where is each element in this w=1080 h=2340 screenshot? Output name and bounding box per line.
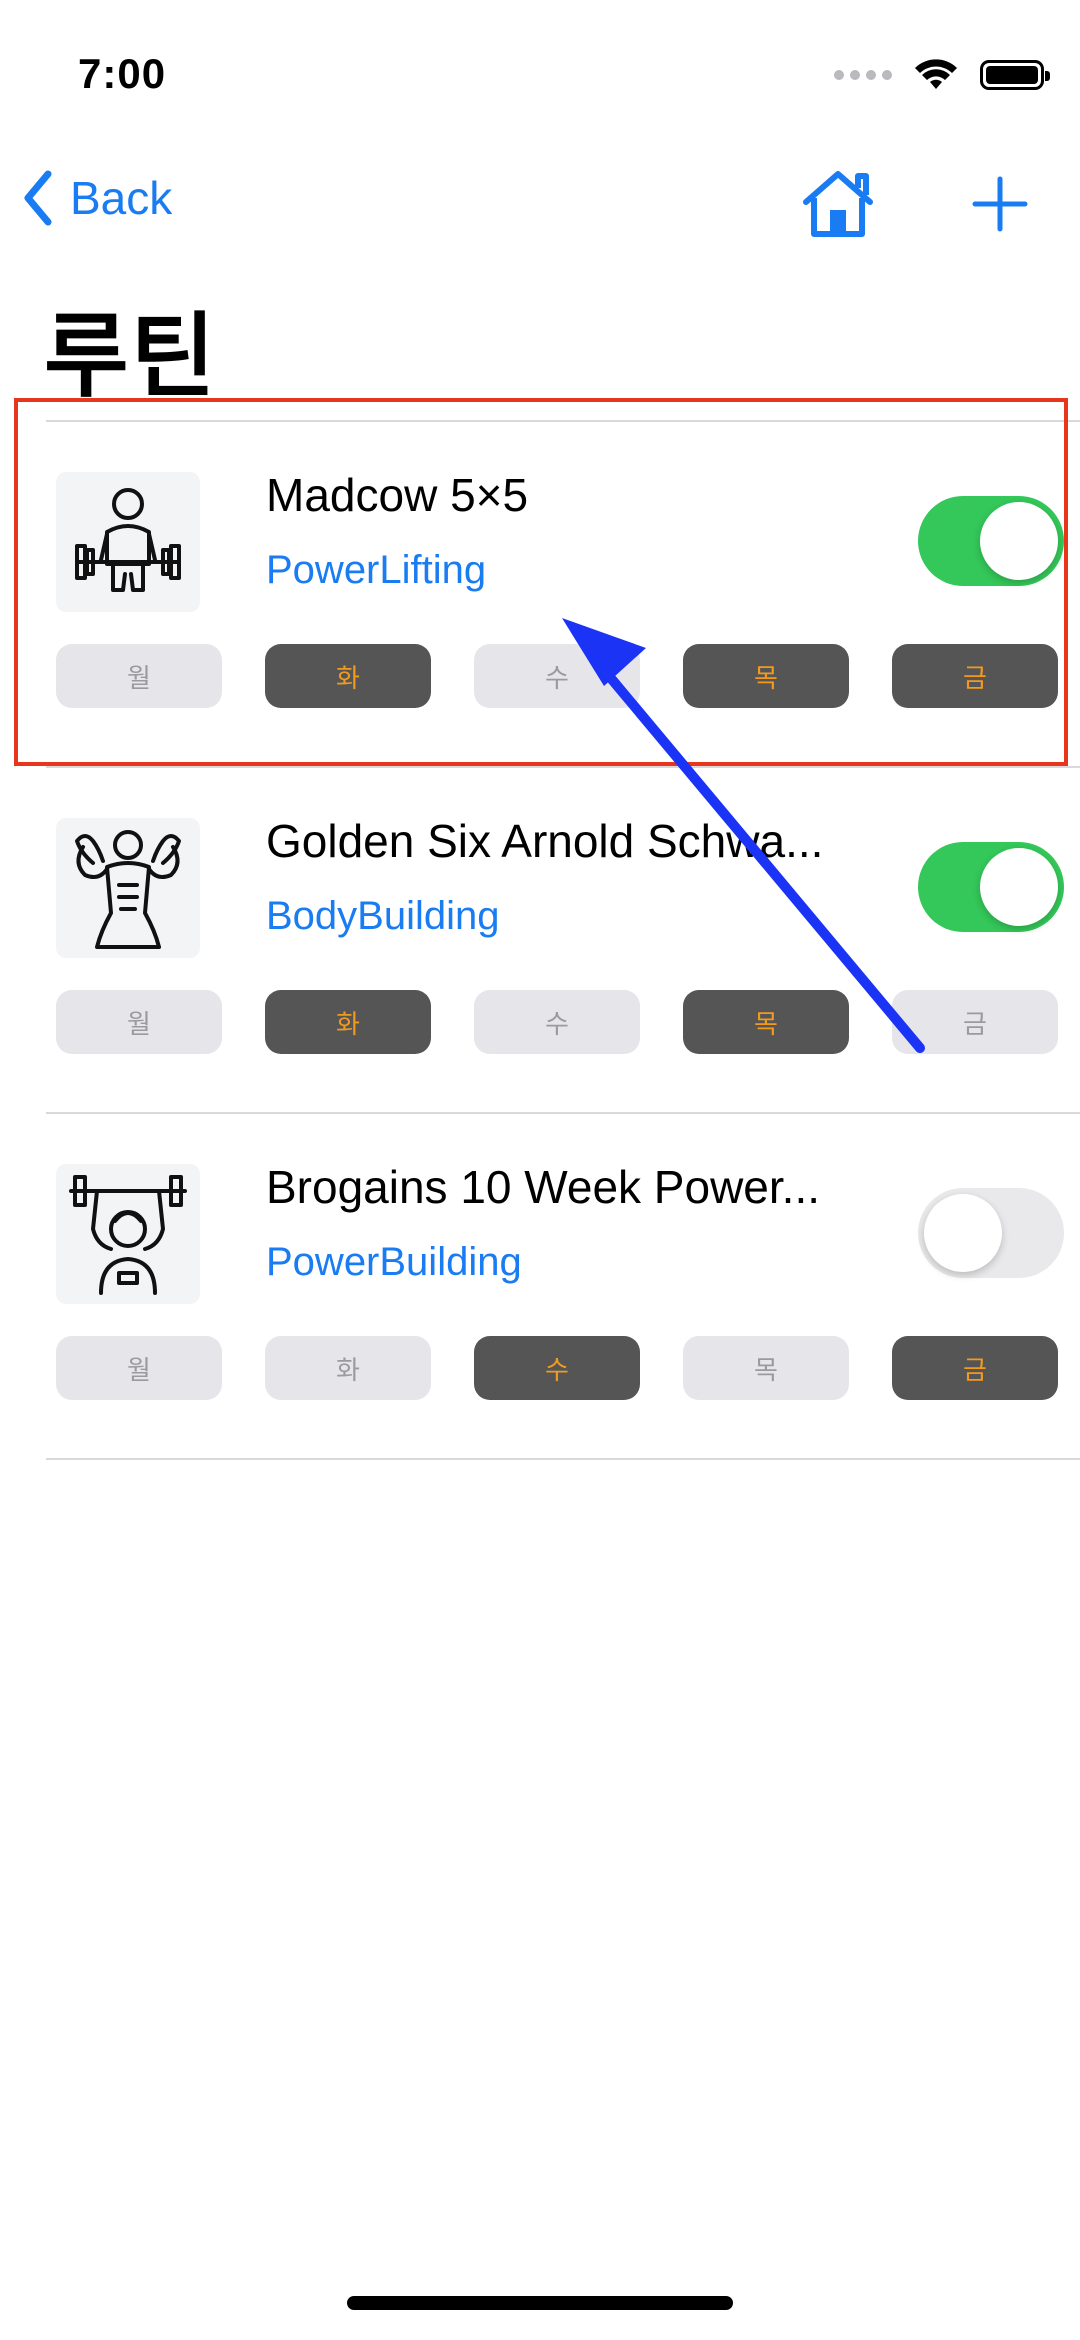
day-thu[interactable]: 목 bbox=[683, 1336, 849, 1400]
back-button[interactable]: Back bbox=[22, 170, 172, 226]
status-icons bbox=[834, 58, 1050, 92]
day-mon[interactable]: 월 bbox=[56, 990, 222, 1054]
status-time: 7:00 bbox=[78, 50, 167, 97]
day-mon[interactable]: 월 bbox=[56, 1336, 222, 1400]
row-divider bbox=[46, 766, 1080, 768]
cellular-signal-icon bbox=[834, 70, 892, 80]
plus-icon bbox=[972, 176, 1028, 232]
battery-icon bbox=[980, 60, 1050, 90]
routine-category: BodyBuilding bbox=[266, 894, 500, 938]
day-wed[interactable]: 수 bbox=[474, 1336, 640, 1400]
chevron-left-icon bbox=[24, 170, 52, 226]
list-bottom-divider bbox=[46, 1458, 1080, 1460]
routine-name: Brogains 10 Week Power... bbox=[266, 1161, 820, 1213]
day-wed[interactable]: 수 bbox=[474, 990, 640, 1054]
weekday-selector: 월 화 수 목 금 bbox=[56, 1336, 1058, 1400]
add-routine-button[interactable] bbox=[972, 176, 1028, 237]
day-thu[interactable]: 목 bbox=[683, 990, 849, 1054]
home-button[interactable] bbox=[800, 168, 876, 243]
routine-name: Golden Six Arnold Schwa... bbox=[266, 815, 824, 867]
routine-category: PowerBuilding bbox=[266, 1240, 522, 1284]
house-icon bbox=[803, 171, 873, 237]
routine-row[interactable]: Brogains 10 Week Power... PowerBuilding … bbox=[0, 1112, 1080, 1458]
home-indicator bbox=[347, 2296, 733, 2310]
weekday-selector: 월 화 수 목 금 bbox=[56, 990, 1058, 1054]
highlight-box bbox=[14, 398, 1068, 766]
day-fri[interactable]: 금 bbox=[892, 1336, 1058, 1400]
bodybuilder-flex-icon bbox=[56, 818, 200, 958]
back-label: Back bbox=[70, 172, 173, 224]
day-fri[interactable]: 금 bbox=[892, 990, 1058, 1054]
routine-row[interactable]: Golden Six Arnold Schwa... BodyBuilding … bbox=[0, 766, 1080, 1112]
row-divider bbox=[46, 1112, 1080, 1114]
routine-enabled-toggle[interactable] bbox=[918, 842, 1064, 932]
overhead-press-icon bbox=[56, 1164, 200, 1304]
day-tue[interactable]: 화 bbox=[265, 1336, 431, 1400]
routine-enabled-toggle[interactable] bbox=[918, 1188, 1064, 1278]
day-tue[interactable]: 화 bbox=[265, 990, 431, 1054]
wifi-icon bbox=[915, 59, 957, 89]
page-title: 루틴 bbox=[44, 303, 218, 410]
routine-screen: 7:00 Back 루틴 Madcow 5×5 PowerLifting 월 화… bbox=[0, 0, 1080, 2340]
